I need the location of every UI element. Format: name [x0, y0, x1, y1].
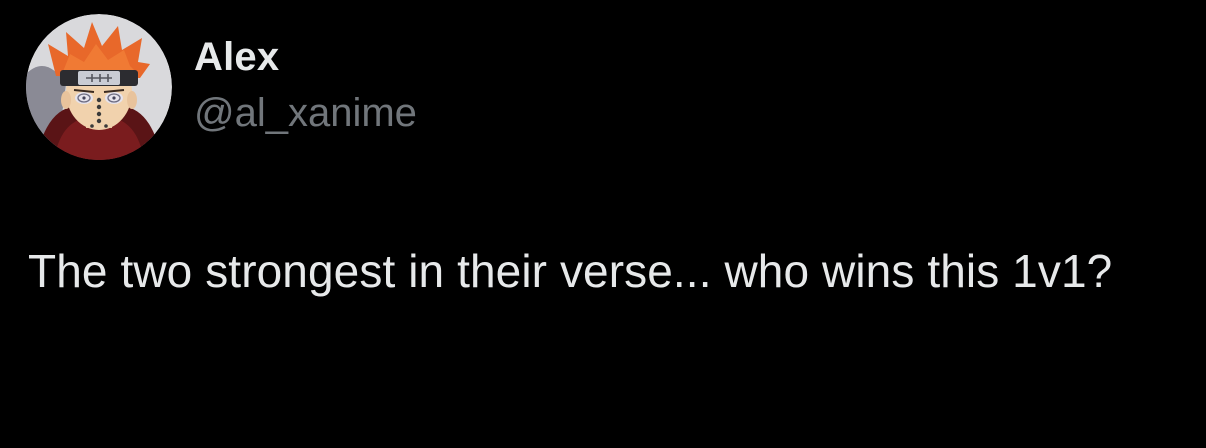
author-handle[interactable]: @al_xanime — [194, 89, 417, 137]
tweet-header: Alex @al_xanime — [26, 14, 417, 160]
tweet-card: Alex @al_xanime The two strongest in the… — [0, 0, 1206, 448]
avatar[interactable] — [26, 14, 172, 160]
author-names: Alex @al_xanime — [194, 33, 417, 137]
anime-character-avatar-icon — [26, 14, 172, 160]
author-display-name[interactable]: Alex — [194, 33, 417, 81]
tweet-text: The two strongest in their verse... who … — [28, 245, 1113, 297]
